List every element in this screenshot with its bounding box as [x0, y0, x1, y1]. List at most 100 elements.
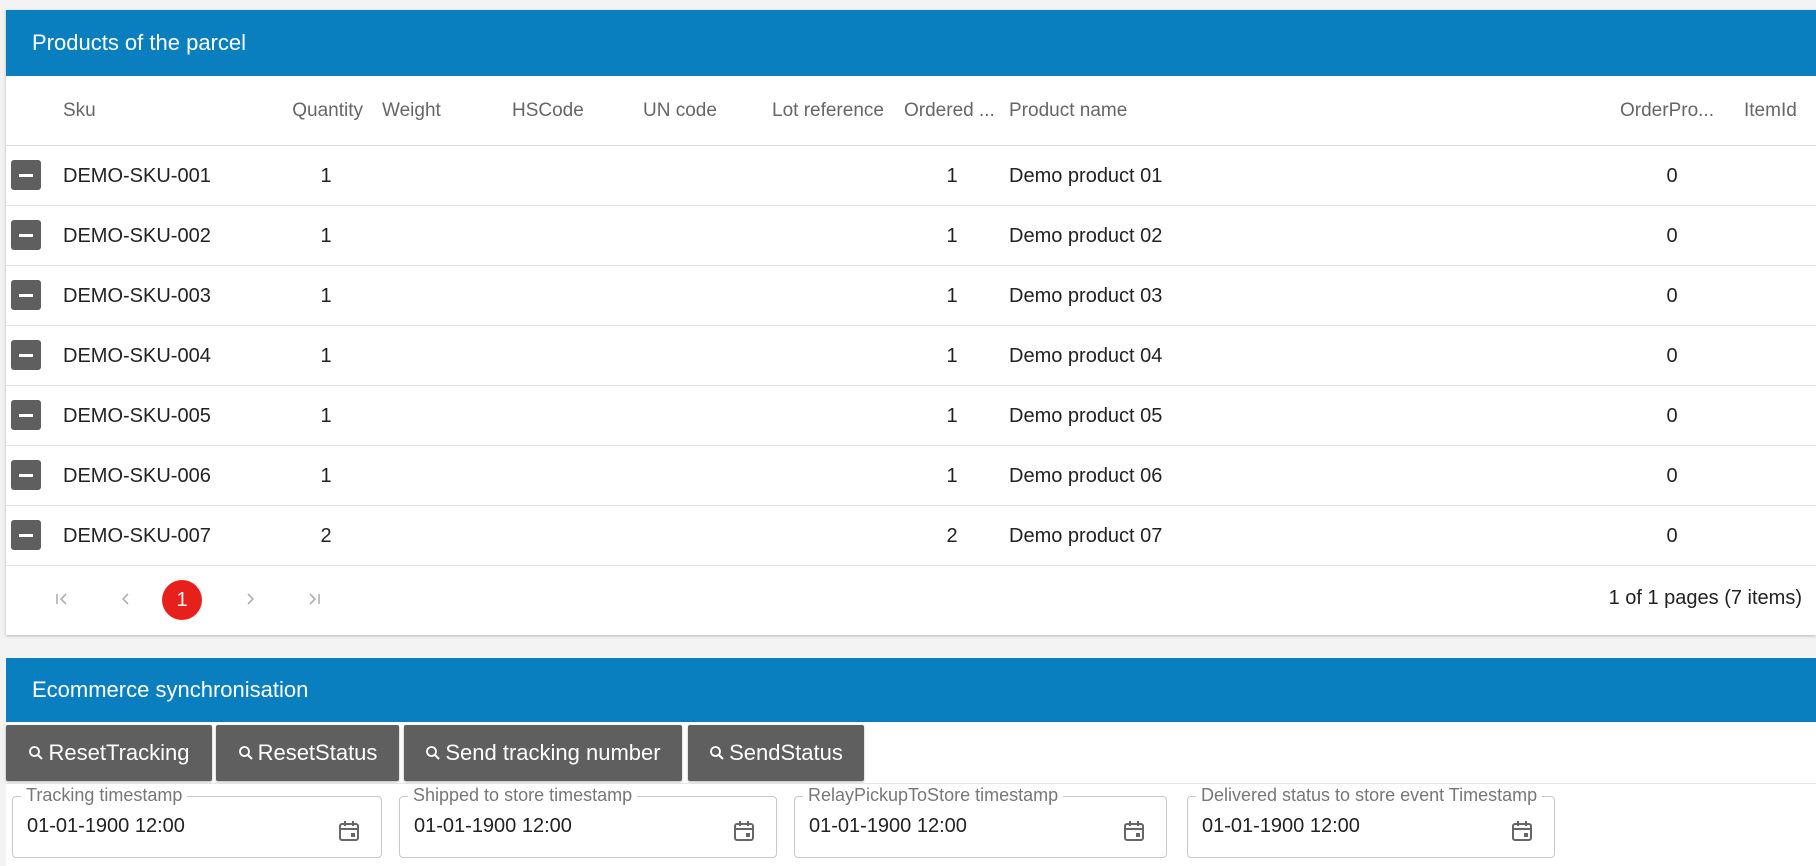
column-header-product-name[interactable]: Product name — [1009, 76, 1209, 146]
cell-order-pro: 0 — [1666, 405, 1678, 427]
minus-icon — [19, 353, 33, 357]
tracking-timestamp-input[interactable] — [13, 815, 381, 838]
remove-row-button[interactable] — [11, 460, 41, 490]
column-header-quantity[interactable]: Quantity — [236, 76, 363, 146]
minus-icon — [19, 533, 33, 537]
previous-page-button[interactable] — [108, 580, 144, 616]
tracking-timestamp-field: Tracking timestamp — [12, 785, 382, 858]
remove-row-button[interactable] — [11, 520, 41, 550]
search-icon — [29, 746, 44, 760]
cell-product-name: Demo product 03 — [1009, 285, 1163, 307]
cell-order-pro: 0 — [1666, 165, 1678, 187]
remove-row-button[interactable] — [11, 220, 41, 250]
pagination-summary: 1 of 1 pages (7 items) — [1608, 587, 1802, 609]
table-row: DEMO-SKU-004 1 1 Demo product 04 0 — [6, 326, 1816, 386]
table-row: DEMO-SKU-006 1 1 Demo product 06 0 — [6, 446, 1816, 506]
remove-row-button[interactable] — [11, 340, 41, 370]
reset-status-button[interactable]: ResetStatus — [216, 725, 399, 781]
cell-sku: DEMO-SKU-002 — [63, 225, 211, 247]
shipped-to-store-timestamp-label: Shipped to store timestamp — [408, 785, 638, 806]
reset-tracking-button[interactable]: ResetTracking — [6, 725, 212, 781]
calendar-icon[interactable] — [1510, 819, 1534, 843]
send-status-button[interactable]: SendStatus — [688, 725, 864, 781]
chevron-right-icon — [247, 593, 255, 605]
cell-order-pro: 0 — [1666, 465, 1678, 487]
first-page-button[interactable] — [44, 580, 80, 616]
cell-quantity: 1 — [320, 465, 332, 487]
table-row: DEMO-SKU-001 1 1 Demo product 01 0 — [6, 146, 1816, 206]
delivered-status-to-store-timestamp-input[interactable] — [1188, 815, 1554, 838]
delivered-status-to-store-timestamp-label: Delivered status to store event Timestam… — [1196, 785, 1543, 806]
table-row: DEMO-SKU-005 1 1 Demo product 05 0 — [6, 386, 1816, 446]
products-panel-title: Products of the parcel — [6, 10, 1816, 76]
products-table-body: DEMO-SKU-001 1 1 Demo product 01 0 DEMO-… — [6, 146, 1816, 566]
cell-order-pro: 0 — [1666, 345, 1678, 367]
remove-row-button[interactable] — [11, 400, 41, 430]
cell-ordered: 1 — [946, 405, 958, 427]
cell-ordered: 1 — [946, 165, 958, 187]
search-icon — [426, 746, 441, 760]
send-status-label: SendStatus — [729, 740, 843, 765]
cell-sku: DEMO-SKU-007 — [63, 525, 211, 547]
ecommerce-timestamp-fields: Tracking timestamp Shipped to store time… — [6, 784, 1816, 866]
column-header-weight[interactable]: Weight — [382, 76, 482, 146]
products-panel: Products of the parcel Sku Quantity Weig… — [6, 10, 1816, 635]
cell-sku: DEMO-SKU-006 — [63, 465, 211, 487]
cell-ordered: 2 — [946, 525, 958, 547]
calendar-icon[interactable] — [1122, 819, 1146, 843]
shipped-to-store-timestamp-field: Shipped to store timestamp — [399, 785, 777, 858]
ecommerce-sync-title: Ecommerce synchronisation — [6, 658, 1816, 722]
cell-ordered: 1 — [946, 465, 958, 487]
shipped-to-store-timestamp-input[interactable] — [400, 815, 776, 838]
cell-quantity: 1 — [320, 225, 332, 247]
column-header-sku[interactable]: Sku — [63, 76, 213, 146]
minus-icon — [19, 173, 33, 177]
cell-product-name: Demo product 07 — [1009, 525, 1163, 547]
page-number-current[interactable]: 1 — [162, 580, 202, 620]
ecommerce-sync-panel: Ecommerce synchronisation ResetTracking … — [6, 658, 1816, 866]
calendar-icon[interactable] — [732, 819, 756, 843]
last-page-icon — [309, 593, 320, 605]
cell-ordered: 1 — [946, 285, 958, 307]
cell-ordered: 1 — [946, 345, 958, 367]
last-page-button[interactable] — [296, 580, 332, 616]
send-tracking-number-button[interactable]: Send tracking number — [404, 725, 682, 781]
remove-row-button[interactable] — [11, 280, 41, 310]
pagination: 1 1 of 1 pages (7 items) — [6, 566, 1816, 630]
cell-sku: DEMO-SKU-004 — [63, 345, 211, 367]
cell-ordered: 1 — [946, 225, 958, 247]
chevron-left-icon — [121, 593, 129, 605]
cell-product-name: Demo product 05 — [1009, 405, 1163, 427]
cell-sku: DEMO-SKU-001 — [63, 165, 211, 187]
cell-sku: DEMO-SKU-005 — [63, 405, 211, 427]
cell-order-pro: 0 — [1666, 225, 1678, 247]
cell-product-name: Demo product 04 — [1009, 345, 1163, 367]
first-page-icon — [56, 593, 67, 605]
cell-product-name: Demo product 02 — [1009, 225, 1163, 247]
column-header-order-pro[interactable]: OrderPro... — [1620, 76, 1724, 146]
relay-pickup-to-store-timestamp-input[interactable] — [795, 815, 1166, 838]
cell-quantity: 1 — [320, 345, 332, 367]
cell-order-pro: 0 — [1666, 525, 1678, 547]
next-page-button[interactable] — [232, 580, 268, 616]
column-header-un-code[interactable]: UN code — [643, 76, 753, 146]
ecommerce-action-bar: ResetTracking ResetStatus Send tracking … — [6, 722, 1816, 784]
column-header-hscode[interactable]: HSCode — [512, 76, 612, 146]
relay-pickup-to-store-timestamp-field: RelayPickupToStore timestamp — [794, 785, 1167, 858]
table-row: DEMO-SKU-002 1 1 Demo product 02 0 — [6, 206, 1816, 266]
column-header-lot-reference[interactable]: Lot reference — [772, 76, 896, 146]
relay-pickup-to-store-timestamp-label: RelayPickupToStore timestamp — [803, 785, 1064, 806]
send-tracking-number-label: Send tracking number — [445, 740, 661, 765]
minus-icon — [19, 233, 33, 237]
table-row: DEMO-SKU-007 2 2 Demo product 07 0 — [6, 506, 1816, 566]
cell-quantity: 2 — [320, 525, 332, 547]
column-header-ordered[interactable]: Ordered ... — [904, 76, 996, 146]
table-row: DEMO-SKU-003 1 1 Demo product 03 0 — [6, 266, 1816, 326]
cell-product-name: Demo product 01 — [1009, 165, 1163, 187]
products-table-header: Sku Quantity Weight HSCode UN code Lot r… — [6, 76, 1816, 146]
calendar-icon[interactable] — [337, 819, 361, 843]
remove-row-button[interactable] — [11, 160, 41, 190]
search-icon — [710, 746, 724, 760]
cell-order-pro: 0 — [1666, 285, 1678, 307]
column-header-item-id[interactable]: ItemId — [1744, 76, 1814, 146]
